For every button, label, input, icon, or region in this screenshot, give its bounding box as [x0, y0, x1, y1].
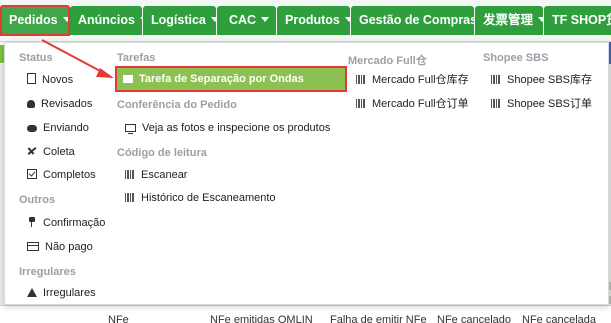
- nav-tf-shop[interactable]: TF SHOP货源: [544, 6, 611, 35]
- nav-fapiao-label: 发票管理: [483, 13, 534, 27]
- menu-item-shopee-sbs-estoque[interactable]: Shopee SBS库存: [491, 69, 592, 91]
- nav-anuncios[interactable]: Anúncios: [70, 6, 142, 35]
- menu-item-completos[interactable]: Completos: [27, 164, 96, 186]
- menu-item-mercado-full-estoque[interactable]: Mercado Full仓库存: [356, 69, 469, 91]
- truck-icon: [27, 125, 37, 132]
- chevron-down-icon: [210, 17, 216, 22]
- menu-item-historico-escaneamento[interactable]: Histórico de Escaneamento: [125, 187, 276, 209]
- barcode-icon: [125, 170, 135, 179]
- menu-item-enviando[interactable]: Enviando: [27, 117, 89, 139]
- menu-item-label: Irregulares: [43, 287, 96, 299]
- menu-item-label: Mercado Full仓订单: [372, 98, 469, 110]
- card-icon: [27, 242, 39, 251]
- barcode-icon: [491, 99, 501, 108]
- nav-fapiao[interactable]: 发票管理: [475, 6, 543, 35]
- menu-item-nao-pago[interactable]: Não pago: [27, 236, 93, 258]
- menu-item-label: Não pago: [45, 241, 93, 253]
- table-header-row: NFe NFe emitidas OMLIN Falha de emitir N…: [0, 305, 611, 323]
- nav-cac-label: CAC: [229, 13, 257, 27]
- section-tarefas-title: Tarefas: [117, 52, 156, 64]
- section-outros-title: Outros: [19, 194, 56, 206]
- menu-item-label: Shopee SBS库存: [507, 74, 592, 86]
- menu-item-label: Histórico de Escaneamento: [141, 192, 276, 204]
- nav-tf-shop-label: TF SHOP货源: [552, 13, 611, 27]
- review-icon: [27, 100, 35, 108]
- menu-item-label: Completos: [43, 169, 96, 181]
- list-icon: [123, 75, 133, 83]
- nav-pedidos[interactable]: Pedidos: [0, 5, 70, 36]
- menu-item-confirmacao[interactable]: Confirmação: [27, 212, 105, 234]
- menu-item-escanear[interactable]: Escanear: [125, 164, 187, 186]
- nav-gestao-compras[interactable]: Gestão de Compras: [351, 6, 474, 35]
- nav-gestao-compras-label: Gestão de Compras: [359, 13, 474, 27]
- warning-icon: [27, 288, 37, 297]
- menu-item-label: Veja as fotos e inspecione os produtos: [142, 122, 331, 134]
- menu-item-novos[interactable]: Novos: [27, 69, 73, 91]
- nav-anuncios-label: Anúncios: [78, 13, 135, 27]
- menu-item-label: Confirmação: [43, 217, 106, 229]
- section-status-title: Status: [19, 52, 53, 64]
- top-nav: Pedidos Anúncios Logística CAC Produtos …: [0, 0, 611, 42]
- section-mercado-full-title: Mercado Full仓: [348, 55, 427, 67]
- chevron-down-icon: [139, 17, 142, 22]
- barcode-icon: [125, 193, 135, 202]
- menu-item-label: Novos: [42, 74, 74, 86]
- menu-item-coleta[interactable]: Coleta: [27, 141, 75, 163]
- menu-item-mercado-full-pedidos[interactable]: Mercado Full仓订单: [356, 93, 469, 115]
- section-irregulares-title: Irregulares: [19, 266, 76, 278]
- pin-icon: [27, 217, 37, 227]
- nav-produtos[interactable]: Produtos: [277, 6, 350, 35]
- monitor-icon: [125, 124, 136, 134]
- chevron-down-icon: [538, 17, 543, 22]
- nav-cac[interactable]: CAC: [217, 6, 276, 35]
- section-codigo-title: Código de leitura: [117, 147, 207, 159]
- nav-logistica[interactable]: Logística: [143, 6, 216, 35]
- pedidos-dropdown-menu: Status Novos Revisados Enviando Coleta C…: [4, 42, 609, 305]
- barcode-icon: [491, 75, 501, 84]
- chevron-down-icon: [344, 17, 350, 22]
- nav-pedidos-label: Pedidos: [9, 13, 58, 27]
- menu-item-irregulares[interactable]: Irregulares: [27, 282, 96, 304]
- menu-item-shopee-sbs-pedidos[interactable]: Shopee SBS订单: [491, 93, 592, 115]
- plane-icon: [27, 146, 37, 156]
- menu-item-label: Escanear: [141, 169, 188, 181]
- menu-item-revisados[interactable]: Revisados: [27, 93, 92, 115]
- menu-item-label: Coleta: [43, 146, 75, 158]
- menu-item-label: Tarefa de Separação por Ondas: [139, 73, 304, 85]
- chevron-down-icon: [261, 17, 270, 22]
- menu-item-tarefa-separacao-ondas[interactable]: Tarefa de Separação por Ondas: [115, 66, 347, 92]
- menu-item-label: Shopee SBS订单: [507, 98, 592, 110]
- menu-item-veja-fotos[interactable]: Veja as fotos e inspecione os produtos: [125, 117, 330, 139]
- menu-item-label: Revisados: [41, 98, 93, 110]
- section-conferencia-title: Conferência do Pedido: [117, 99, 237, 111]
- menu-item-label: Enviando: [43, 122, 89, 134]
- nav-produtos-label: Produtos: [285, 13, 340, 27]
- checkbox-icon: [27, 169, 37, 179]
- document-icon: [27, 73, 36, 84]
- section-shopee-sbs-title: Shopee SBS: [483, 52, 549, 64]
- menu-item-label: Mercado Full仓库存: [372, 74, 469, 86]
- nav-logistica-label: Logística: [151, 13, 206, 27]
- barcode-icon: [356, 75, 366, 84]
- chevron-down-icon: [62, 17, 68, 22]
- barcode-icon: [356, 99, 366, 108]
